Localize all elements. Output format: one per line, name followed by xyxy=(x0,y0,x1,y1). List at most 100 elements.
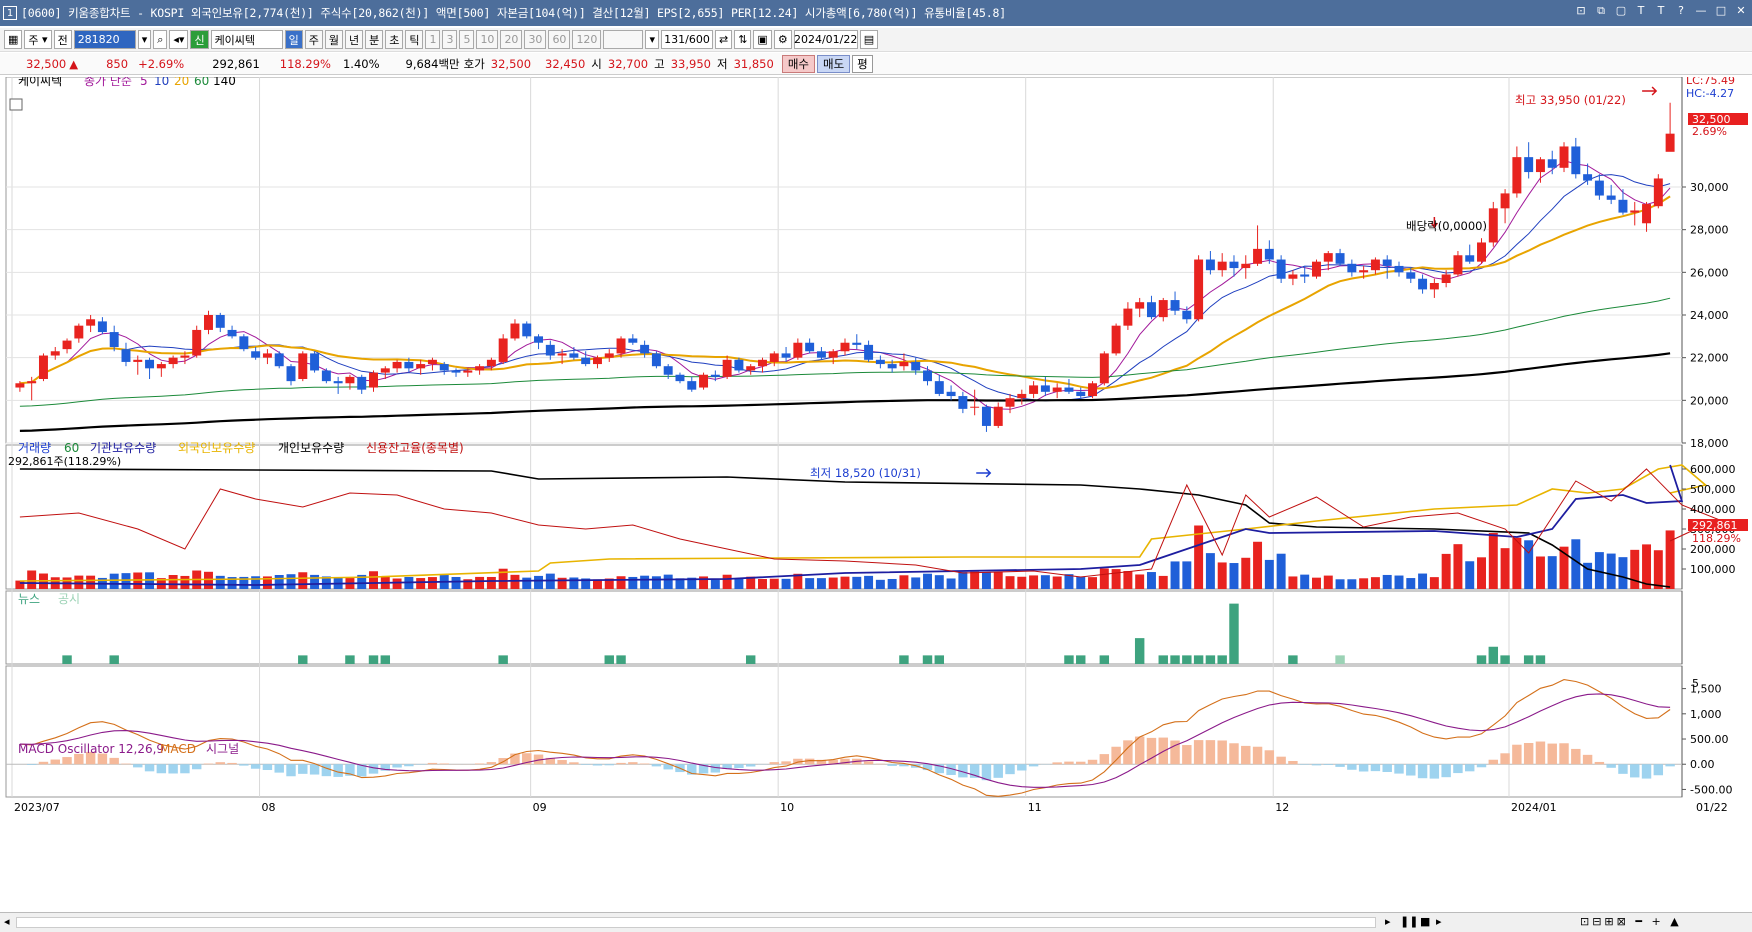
scroll-left-icon[interactable]: ◂ xyxy=(4,915,10,928)
market-select[interactable]: 주 ▾ xyxy=(24,30,52,49)
interval-custom-input[interactable] xyxy=(603,30,644,49)
stock-name-field[interactable]: 케이씨텍 xyxy=(210,30,283,49)
code-dropdown-icon[interactable]: ▾ xyxy=(137,30,152,49)
news-bar xyxy=(1217,655,1227,664)
volume-bar xyxy=(27,570,37,589)
sound-icon[interactable]: ◂▾ xyxy=(169,30,189,49)
next-icon[interactable]: ▸ xyxy=(1436,915,1442,928)
save-icon[interactable]: ▣ xyxy=(753,30,772,49)
candle-body xyxy=(321,370,331,382)
macd-osc-bar xyxy=(180,764,190,774)
candle-body xyxy=(1217,261,1227,271)
macd-osc-bar xyxy=(1358,764,1369,772)
play-icon[interactable]: ▸ xyxy=(1385,915,1391,928)
period-month[interactable]: 월 xyxy=(324,30,343,49)
window-number[interactable]: 1 xyxy=(3,6,17,20)
sell-button[interactable]: 매도 xyxy=(816,54,851,73)
macd-osc-bar xyxy=(1064,761,1074,765)
period-year[interactable]: 년 xyxy=(344,30,364,49)
candle-body xyxy=(1276,259,1286,279)
updown-icon[interactable]: ⇅ xyxy=(734,30,752,49)
macd-osc-bar xyxy=(50,759,60,765)
price-y-tick: 24,000 xyxy=(1690,309,1729,322)
prev-button[interactable]: 전 xyxy=(53,30,72,49)
interval-60[interactable]: 60 xyxy=(548,30,571,49)
interval-10[interactable]: 10 xyxy=(476,30,499,49)
calendar-icon[interactable]: ▤ xyxy=(859,30,879,49)
interval-dropdown-icon[interactable]: ▾ xyxy=(645,30,659,49)
macd-osc-bar xyxy=(109,757,119,765)
interval-1[interactable]: 1 xyxy=(425,30,441,49)
period-minute[interactable]: 분 xyxy=(365,30,384,49)
volume-bar xyxy=(274,574,284,589)
macd-osc-bar xyxy=(203,763,214,765)
price-pane[interactable] xyxy=(15,86,1675,478)
candle-body xyxy=(1253,248,1263,264)
interval-30[interactable]: 30 xyxy=(524,30,547,49)
news-pane[interactable] xyxy=(62,603,1546,664)
period-tick[interactable]: 틱 xyxy=(405,30,424,49)
volume-bar xyxy=(710,579,720,589)
period-second[interactable]: 초 xyxy=(385,30,404,49)
vol-tag-value: 292,861 xyxy=(1692,519,1738,532)
price-y-tick: 20,000 xyxy=(1690,394,1729,407)
period-day[interactable]: 일 xyxy=(284,30,303,49)
vol-current-label: 292,861주(118.29%) xyxy=(8,455,121,468)
count-input[interactable]: 131/600 xyxy=(660,30,713,49)
credit-balance-line xyxy=(19,468,1719,578)
stock-code-input[interactable]: 281820 xyxy=(73,30,136,49)
restore-icon[interactable]: ▢ xyxy=(1614,4,1628,18)
interval-20[interactable]: 20 xyxy=(500,30,523,49)
date-input[interactable]: 2024/01/22 xyxy=(793,30,858,49)
interval-5[interactable]: 5 xyxy=(459,30,475,49)
help-icon[interactable]: ? xyxy=(1674,4,1688,18)
chart-area[interactable]: 2023/07 08 09 10 11 12 2024/01 01/22 30,000 28,00… xyxy=(0,77,1752,915)
link-icon[interactable]: ⊡ xyxy=(1574,4,1588,18)
layout-icon[interactable]: ▦ xyxy=(4,30,23,49)
settings-gear-icon[interactable]: ⚙ xyxy=(773,30,792,49)
pause-icon[interactable]: ❚❚ xyxy=(1400,915,1418,928)
interval-3[interactable]: 3 xyxy=(442,30,458,49)
volume-bar xyxy=(534,575,544,589)
avg-button[interactable]: 평 xyxy=(852,54,873,73)
macd-pane[interactable] xyxy=(6,679,1682,797)
volume-pane[interactable] xyxy=(15,464,1719,589)
candle-body xyxy=(1630,210,1640,213)
interval-120[interactable]: 120 xyxy=(572,30,602,49)
minimize-icon[interactable]: — xyxy=(1694,4,1708,18)
chart-tool-icon[interactable]: ⇄ xyxy=(714,30,733,49)
news-bar xyxy=(1076,655,1086,664)
candle-body xyxy=(1535,159,1545,173)
scroll-track[interactable] xyxy=(16,917,1376,928)
close-icon[interactable]: ✕ xyxy=(1734,4,1748,18)
period-week[interactable]: 주 xyxy=(304,30,323,49)
macd-osc-bar xyxy=(486,762,497,765)
font-small-icon[interactable]: T xyxy=(1654,4,1668,18)
volume-bar xyxy=(86,575,96,589)
institution-holdings-line xyxy=(19,464,1684,586)
macd-osc-bar xyxy=(156,764,167,774)
grid-lines xyxy=(5,77,1683,798)
maximize-icon[interactable]: □ xyxy=(1714,4,1728,18)
macd-osc-bar xyxy=(404,764,414,767)
bottom-scroll-bar[interactable]: ◂ ▸ ❚❚ ■ ▸ ⊡⊟⊞⊠ ━ + ▲ xyxy=(0,912,1752,932)
macd-osc-bar xyxy=(321,764,332,777)
news-bar xyxy=(1523,655,1534,664)
news-bar xyxy=(1064,655,1074,664)
candle-body xyxy=(722,359,732,377)
volume-bar xyxy=(286,574,296,589)
zoom-controls[interactable]: ⊡⊟⊞⊠ ━ + ▲ xyxy=(1580,915,1682,928)
search-icon[interactable]: ⌕ xyxy=(153,30,168,49)
candle-body xyxy=(592,357,602,365)
macd-osc-bar xyxy=(1488,759,1499,765)
grid-toggle-icon[interactable] xyxy=(9,98,23,111)
font-icon[interactable]: T xyxy=(1634,4,1648,18)
quote-hoga-label: 호가 xyxy=(463,56,485,71)
macd-osc-bar xyxy=(1111,746,1121,765)
volume-bar xyxy=(1618,557,1628,589)
volume-bar xyxy=(651,576,661,589)
buy-button[interactable]: 매수 xyxy=(781,54,815,73)
copy-icon[interactable]: ⧉ xyxy=(1594,4,1608,18)
volume-bar xyxy=(74,575,84,589)
stop-icon[interactable]: ■ xyxy=(1420,915,1430,928)
